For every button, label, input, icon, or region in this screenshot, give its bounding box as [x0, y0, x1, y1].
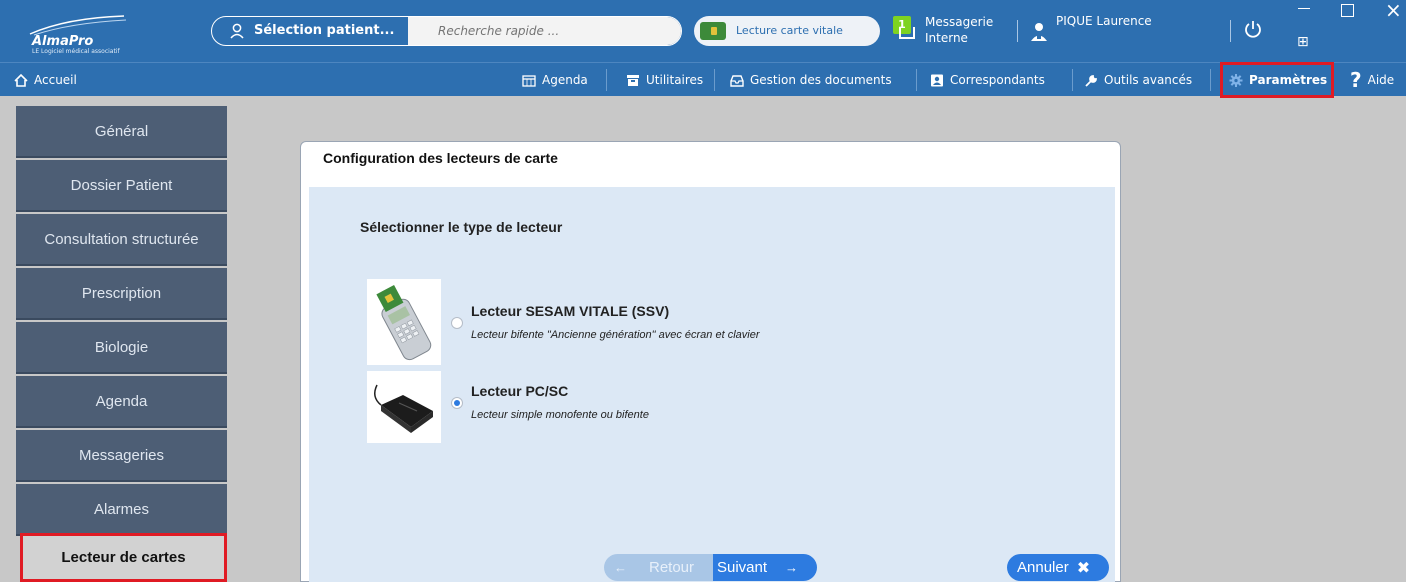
sidebar-item-alarmes[interactable]: Alarmes — [16, 484, 227, 536]
almapro-logo: AlmaPro LE Logiciel médical associatif — [26, 14, 136, 55]
sidebar-item-lecteur-de-cartes[interactable]: Lecteur de cartes — [20, 533, 227, 582]
inbox-icon — [899, 27, 915, 39]
divider — [1210, 69, 1211, 91]
sidebar-item-label: Général — [94, 122, 149, 140]
back-button-label: Retour — [649, 559, 695, 576]
menu-agenda-label: Agenda — [542, 73, 588, 87]
sidebar-item-dossier-patient[interactable]: Dossier Patient — [16, 160, 227, 212]
divider — [606, 69, 607, 91]
toolbox-icon — [627, 74, 639, 86]
logo-tagline: LE Logiciel médical associatif — [32, 48, 120, 55]
user-name: PIQUE Laurence — [1056, 14, 1152, 28]
vitale-card-button[interactable]: Lecture carte vitale — [694, 16, 880, 46]
close-icon: ✖ — [1076, 558, 1091, 577]
reader-title: Lecteur PC/SC — [471, 383, 569, 399]
user-icon — [230, 23, 244, 39]
back-button[interactable]: ← Retour — [604, 554, 714, 581]
sidebar-item-label: Messageries — [78, 446, 165, 464]
minimize-icon[interactable] — [1298, 8, 1310, 9]
menu-documents-label: Gestion des documents — [750, 73, 892, 87]
cancel-button-label: Annuler — [1017, 559, 1069, 576]
sidebar-item-label: Prescription — [81, 284, 162, 302]
power-icon[interactable] — [1244, 20, 1262, 38]
menu-utilitaires-label: Utilitaires — [646, 73, 704, 87]
sidebar-item-label: Agenda — [95, 392, 148, 410]
patient-select-label: Sélection patient... — [254, 23, 395, 38]
logo-text: AlmaPro — [32, 34, 94, 49]
radio-sesam-vitale[interactable] — [451, 317, 463, 329]
menu-parametres[interactable]: Paramètres — [1220, 62, 1335, 98]
home-icon — [14, 73, 28, 87]
close-icon[interactable]: × — [1385, 0, 1402, 22]
sidebar-item-messageries[interactable]: Messageries — [16, 430, 227, 482]
help-icon: ? — [1350, 68, 1362, 92]
quick-search-input[interactable] — [408, 17, 681, 45]
sidebar-item-label: Alarmes — [93, 500, 149, 518]
menu-aide-label: Aide — [1367, 73, 1395, 87]
menu-documents[interactable]: Gestion des documents — [730, 63, 892, 97]
sidebar-item-general[interactable]: Général — [16, 106, 227, 158]
maximize-icon[interactable] — [1341, 4, 1354, 17]
arrow-right-icon: → — [785, 560, 799, 575]
arrow-left-icon: ← — [614, 560, 627, 575]
next-button[interactable]: Suivant → — [713, 554, 817, 581]
reader-description: Lecteur simple monofente ou bifente — [471, 409, 649, 421]
sidebar-item-biologie[interactable]: Biologie — [16, 322, 227, 374]
menu-home-label: Accueil — [34, 73, 77, 87]
divider — [916, 69, 917, 91]
menu-agenda[interactable]: Agenda — [522, 63, 588, 97]
radio-pcsc[interactable] — [451, 397, 463, 409]
dialog-title: Configuration des lecteurs de carte — [323, 150, 558, 166]
patient-select-button[interactable]: Sélection patient... — [212, 17, 402, 45]
menu-correspondants[interactable]: Correspondants — [930, 63, 1045, 97]
dialog-body: Sélectionner le type de lecteur Lecteur … — [309, 187, 1115, 582]
title-bar: AlmaPro LE Logiciel médical associatif S… — [0, 0, 1406, 62]
menu-home[interactable]: Accueil — [14, 63, 77, 97]
menu-utilitaires[interactable]: Utilitaires — [626, 63, 703, 97]
sidebar-item-label: Consultation structurée — [44, 230, 199, 248]
divider — [714, 69, 715, 91]
sidebar-item-label: Dossier Patient — [70, 176, 173, 194]
menu-correspondants-label: Correspondants — [950, 73, 1045, 87]
divider — [1072, 69, 1073, 91]
section-title: Sélectionner le type de lecteur — [360, 219, 563, 235]
doctor-icon — [1031, 23, 1047, 41]
cancel-button[interactable]: Annuler ✖ — [1007, 554, 1109, 581]
sidebar-item-label: Lecteur de cartes — [61, 549, 186, 566]
divider — [1017, 20, 1018, 42]
vitale-card-icon — [700, 22, 726, 40]
menu-outils-avances[interactable]: Outils avancés — [1084, 63, 1192, 97]
reader-description: Lecteur bifente "Ancienne génération" av… — [471, 329, 760, 341]
patient-search-group: Sélection patient... — [211, 16, 682, 46]
contact-card-icon — [931, 74, 943, 86]
main-menu-bar: Accueil Agenda Utilitaires Gestion des d… — [0, 62, 1406, 98]
inbox-icon — [730, 74, 744, 87]
next-button-label: Suivant — [717, 559, 768, 576]
menu-parametres-label: Paramètres — [1249, 73, 1328, 87]
reader-title: Lecteur SESAM VITALE (SSV) — [471, 303, 670, 319]
sidebar-item-consultation-structuree[interactable]: Consultation structurée — [16, 214, 227, 266]
wrench-icon — [1085, 74, 1097, 87]
pcsc-reader-image — [367, 371, 441, 443]
sidebar-item-agenda[interactable]: Agenda — [16, 376, 227, 428]
logo-swoosh-icon — [29, 15, 127, 36]
menu-aide[interactable]: ? Aide — [1350, 63, 1394, 97]
vitale-card-label: Lecture carte vitale — [736, 24, 843, 37]
sesam-vitale-reader-image — [367, 279, 441, 365]
sidebar-item-label: Biologie — [94, 338, 149, 356]
sidebar-item-prescription[interactable]: Prescription — [16, 268, 227, 320]
divider — [1230, 20, 1231, 42]
gear-icon — [1229, 73, 1243, 87]
grid-icon[interactable]: ⊞ — [1297, 34, 1309, 50]
card-reader-config-dialog: Configuration des lecteurs de carte Séle… — [300, 141, 1121, 582]
calendar-icon — [522, 74, 536, 87]
menu-outils-avances-label: Outils avancés — [1104, 73, 1193, 87]
messaging-label: Messagerie Interne — [925, 15, 994, 45]
